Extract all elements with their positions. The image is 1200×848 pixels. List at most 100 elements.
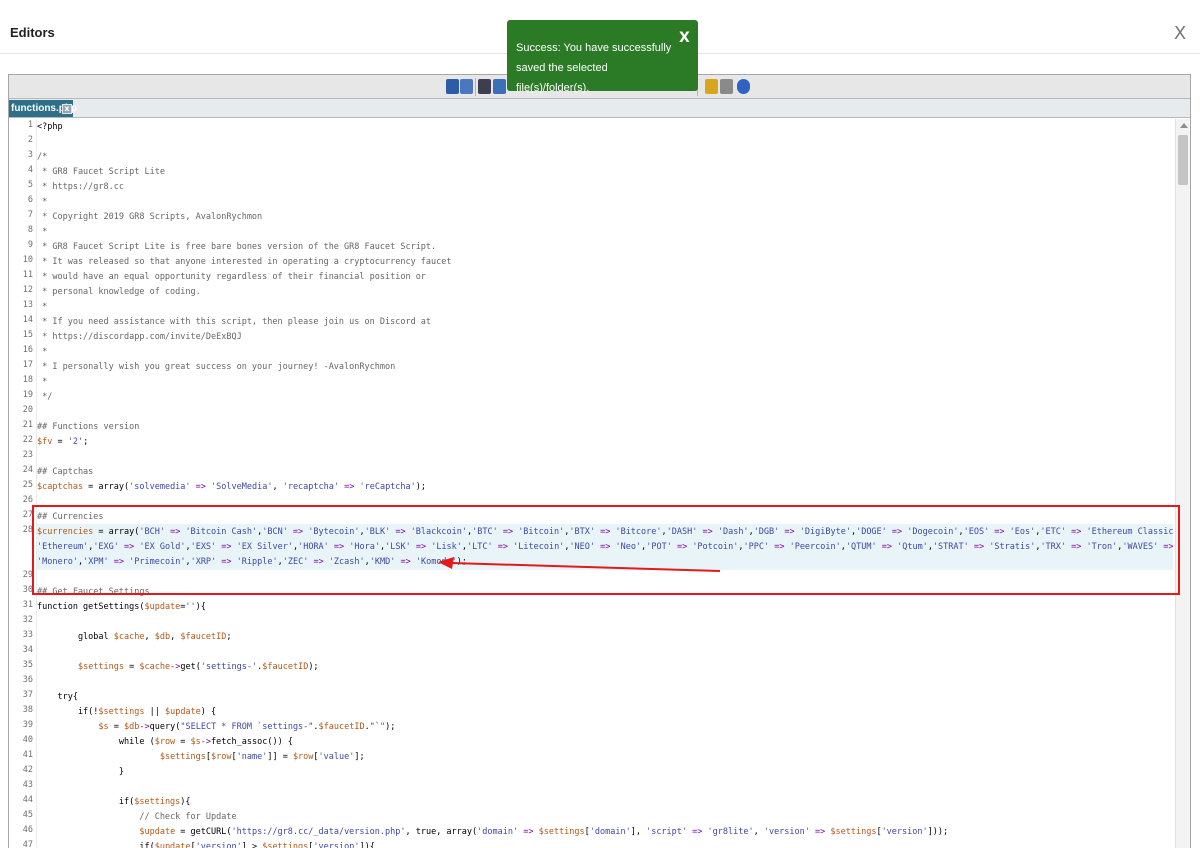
code-token: "SELECT * FROM `settings-" — [180, 722, 314, 732]
code-token: "`" — [369, 722, 386, 732]
line-number: 6 — [27, 195, 33, 205]
tab-functions-php[interactable]: functions.php x — [9, 100, 77, 117]
code-token: * — [37, 227, 48, 237]
code-token: $settings — [262, 842, 309, 848]
vertical-scrollbar[interactable] — [1175, 119, 1190, 848]
code-token: * If you need assistance with this scrip… — [37, 317, 432, 327]
code-token: ){ — [195, 602, 206, 612]
code-token: $db — [154, 632, 171, 642]
toast-close-button[interactable]: X — [679, 30, 690, 46]
line-number: 22 — [22, 435, 33, 445]
code-token: $update — [154, 842, 191, 848]
code-token: $settings — [159, 752, 206, 762]
line-number: 19 — [22, 390, 33, 400]
line-number: 8 — [27, 225, 33, 235]
code-token: $settings — [538, 827, 585, 837]
code-token: => — [809, 827, 831, 837]
line-number: 36 — [22, 675, 33, 685]
code-token: * GR8 Faucet Script Lite is free bare bo… — [37, 242, 437, 252]
line-number: 34 — [22, 645, 33, 655]
line-number: 25 — [22, 480, 33, 490]
code-token: fetch_assoc()) { — [211, 737, 293, 747]
code-token: * — [37, 347, 48, 357]
code-token: $fv — [37, 437, 53, 447]
close-window-button[interactable]: X — [1170, 23, 1190, 45]
code-token: $faucetID — [318, 722, 365, 732]
code-token: get( — [180, 662, 201, 672]
code-token: -> — [170, 662, 181, 672]
code-line: $captchas = array('solvemedia' => 'Solve… — [37, 480, 426, 495]
replace-icon[interactable] — [493, 79, 506, 94]
line-number: 46 — [22, 825, 33, 835]
line-number: 23 — [22, 450, 33, 460]
line-number: 15 — [22, 330, 33, 340]
code-token: ])); — [927, 827, 949, 837]
line-number: 3 — [27, 150, 33, 160]
save-icon[interactable] — [446, 79, 459, 94]
code-token: if(! — [37, 707, 99, 717]
code-token: ); — [308, 662, 319, 672]
code-token: function getSettings( — [37, 602, 145, 612]
help-icon[interactable] — [737, 79, 750, 94]
code-token: $update — [144, 602, 181, 612]
code-token: $row — [211, 752, 232, 762]
code-token: * GR8 Faucet Script Lite — [37, 167, 165, 177]
code-token: = getCURL( — [175, 827, 232, 837]
code-token: ## Captchas — [37, 467, 94, 477]
code-token: $update — [164, 707, 201, 717]
line-number-gutter: 1 2 3 4 5 6 7 8 9 10 11 12 13 14 15 16 17 18 19 20 21 22 23 24 2… — [9, 119, 36, 848]
code-token: $s — [98, 722, 109, 732]
code-token: $s — [190, 737, 201, 747]
code-line: * — [37, 195, 47, 210]
code-line: $fv = '2'; — [37, 435, 88, 450]
scroll-up-icon[interactable] — [1180, 123, 1188, 128]
code-token: $faucetID — [262, 662, 309, 672]
code-token: 'https://gr8.cc/_data/version.php' — [231, 827, 406, 837]
code-token: $cache — [113, 632, 145, 642]
code-token: 'version' — [881, 827, 928, 837]
code-token: 'solvemedia' — [129, 482, 191, 492]
spellcheck-icon[interactable] — [705, 79, 718, 94]
scroll-thumb[interactable] — [1178, 135, 1188, 185]
code-token: 'domain' — [589, 827, 631, 837]
code-line: * personal knowledge of coding. — [37, 285, 201, 300]
code-token: => — [190, 482, 212, 492]
code-line: // Check for Update — [37, 810, 236, 825]
highlight-arrow-icon — [438, 557, 721, 572]
save-all-icon[interactable] — [460, 79, 473, 94]
line-number: 2 — [27, 135, 33, 145]
search-icon[interactable] — [478, 79, 491, 94]
code-token: 'domain' — [477, 827, 519, 837]
line-number: 12 — [22, 285, 33, 295]
code-token: ; — [226, 632, 232, 642]
code-line: $settings[$row['name']] = $row['value']; — [37, 750, 365, 765]
line-number: 1 — [27, 120, 33, 130]
code-line: * If you need assistance with this scrip… — [37, 315, 431, 330]
edit-icon[interactable] — [720, 79, 733, 94]
code-token: , — [170, 632, 181, 642]
line-number: 27 — [22, 510, 33, 520]
line-number: 13 — [22, 300, 33, 310]
code-token: $settings — [77, 662, 125, 672]
close-tab-icon[interactable]: x — [62, 104, 72, 114]
line-number: 43 — [22, 780, 33, 790]
code-token: '' — [185, 602, 196, 612]
code-token: 'name' — [236, 752, 268, 762]
code-line: $s = $db->query("SELECT * FROM `settings… — [37, 720, 395, 735]
line-number: 47 — [22, 840, 33, 848]
code-token: while ( — [37, 737, 155, 747]
code-token: = — [52, 437, 68, 447]
code-token: $db — [124, 722, 140, 732]
line-number: 17 — [22, 360, 33, 370]
code-token: ]){ — [359, 842, 375, 848]
code-token: ); — [415, 482, 427, 492]
code-area[interactable]: 1 2 3 4 5 6 7 8 9 10 11 12 13 14 15 16 17 18 19 20 21 22 23 24 2… — [9, 119, 1175, 848]
code-line: * I personally wish you great success on… — [37, 360, 395, 375]
code-token: $captchas — [37, 482, 84, 492]
code-line: function getSettings($update=''){ — [37, 600, 206, 615]
code-token: * I personally wish you great success on… — [37, 362, 396, 372]
line-number: 28 — [22, 525, 33, 535]
code-token: ) { — [200, 707, 217, 717]
line-number: 44 — [22, 795, 33, 805]
